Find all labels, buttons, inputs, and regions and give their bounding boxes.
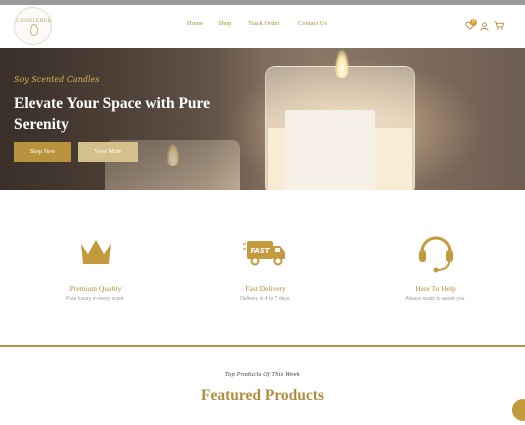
crown-icon	[80, 240, 111, 264]
hero-banner: Soy Scented Candles Elevate Your Space w…	[0, 48, 525, 190]
section-divider	[0, 345, 525, 347]
logo-leaf-icon	[30, 24, 38, 36]
nav-item-home[interactable]: Home	[187, 20, 203, 27]
svg-text:FAST: FAST	[250, 247, 270, 255]
view-more-button[interactable]: View More	[78, 142, 138, 162]
feature-title: Premium Quality	[69, 284, 122, 293]
wishlist-count-badge: 0	[470, 19, 477, 26]
site-header: CANDLEHUB Home Shop Track Order Contact …	[0, 5, 525, 47]
feature-subtitle: Pure luxury in every scent.	[66, 296, 125, 302]
feature-subtitle: Delivery in 4 to 7 days.	[240, 296, 291, 302]
delivery-truck-icon: FAST	[242, 241, 285, 266]
chat-button[interactable]	[512, 399, 525, 421]
feature-title: Here To Help	[415, 284, 456, 293]
featured-products-title: Featured Products	[201, 387, 324, 404]
feature-here-to-help: Here To Help Always ready to assist you.	[348, 232, 523, 302]
shop-now-button[interactable]: Shop Now	[14, 142, 71, 162]
feature-title: Fast Delivery	[245, 284, 286, 293]
feature-fast-delivery: FAST Fast Delivery Delivery in 4 to 7 da…	[178, 232, 353, 302]
nav-item-track-order[interactable]: Track Order	[248, 20, 280, 27]
headset-icon	[418, 236, 453, 273]
feature-premium-quality: Premium Quality Pure luxury in every sce…	[8, 232, 183, 302]
nav-item-shop[interactable]: Shop	[218, 20, 231, 27]
cart-icon[interactable]	[494, 21, 504, 30]
hero-candle-label	[285, 110, 375, 190]
featured-tagline: Top Products Of This Week	[224, 372, 301, 378]
hero-flame-large	[335, 50, 349, 78]
user-icon[interactable]	[480, 22, 489, 31]
feature-subtitle: Always ready to assist you.	[405, 296, 466, 302]
nav-item-contact-us[interactable]: Contact Us	[298, 20, 327, 27]
hero-title: Elevate Your Space with Pure Serenity	[14, 95, 211, 133]
hero-tagline: Soy Scented Candles	[14, 75, 100, 84]
brand-logo[interactable]: CANDLEHUB	[14, 7, 52, 45]
